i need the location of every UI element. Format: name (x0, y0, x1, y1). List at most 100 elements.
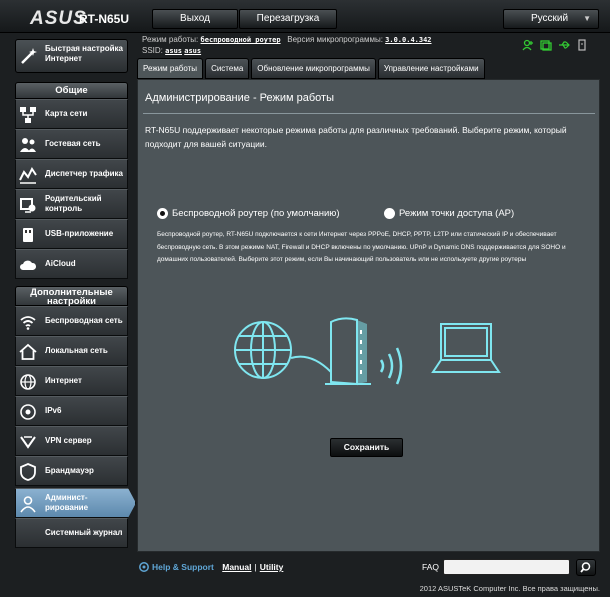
sidebar-item-label: Карта сети (45, 109, 88, 118)
tab-firmware-upgrade[interactable]: Обновление микропрограммы (251, 58, 376, 79)
sidebar-item-wireless[interactable]: Беспроводная сеть (15, 306, 128, 336)
tab-system[interactable]: Система (205, 58, 250, 79)
sidebar-item-administration[interactable]: Админист­рирование (15, 488, 136, 518)
traffic-manager-icon (19, 167, 37, 184)
radio-checked-icon (157, 208, 168, 219)
logout-button[interactable]: Выход (152, 9, 238, 29)
help-icon (139, 562, 149, 572)
top-bar: ASUS RT-N65U Выход Перезагрузка Русский ▼ (0, 0, 610, 33)
ssid-2g-link[interactable]: asus (165, 47, 182, 55)
faq-search-input[interactable] (443, 559, 570, 575)
globe-illustration-icon (234, 321, 292, 379)
quick-setup-label: Быстрая настройка Интернет (45, 44, 123, 63)
vpn-icon (20, 436, 36, 449)
chevron-down-icon: ▼ (583, 14, 591, 23)
page-title: Администрирование - Режим работы (145, 92, 334, 104)
content-panel: Администрирование - Режим работы RT-N65U… (137, 79, 600, 552)
utility-link[interactable]: Utility (260, 562, 284, 572)
firmware-value-link[interactable]: 3.0.0.4.342 (385, 36, 431, 44)
manual-link[interactable]: Manual (222, 562, 251, 572)
client-status-icon[interactable] (522, 39, 534, 51)
language-select[interactable]: Русский ▼ (503, 9, 599, 29)
tab-bar: Режим работы Система Обновление микропро… (137, 58, 485, 79)
usb-icon (23, 228, 33, 242)
sidebar-item-label: Родительский контроль (45, 194, 102, 213)
general-section-title: Общие (15, 82, 128, 99)
cable-line (290, 355, 332, 373)
sidebar-item-label: Диспетчер трафика (45, 169, 123, 178)
advanced-section-title: Дополнительные настройки (15, 286, 128, 306)
network-map-icon (20, 107, 36, 123)
sidebar-item-label: Локальная сеть (45, 346, 108, 355)
sidebar-item-lan[interactable]: Локальная сеть (15, 336, 128, 366)
help-support-label: Help & Support (152, 562, 214, 572)
mode-label: Режим работы: (142, 35, 199, 44)
sidebar-item-label: Беспроводная сеть (45, 316, 123, 325)
footer: Help & Support Manual | Utility FAQ (137, 559, 600, 579)
sidebar-item-label: Гостевая сеть (45, 139, 101, 148)
search-icon (580, 562, 591, 573)
mode-description: Беспроводной роутер, RT-N65U подключаетс… (157, 231, 566, 263)
sidebar-item-label: AiCloud (45, 259, 76, 268)
sidebar-item-traffic-manager[interactable]: Диспетчер трафика (15, 159, 128, 189)
faq-label: FAQ (422, 562, 440, 572)
help-links: Help & Support Manual | Utility (139, 562, 283, 572)
signal-waves-icon (379, 347, 403, 385)
language-value: Русский (531, 13, 569, 24)
usb-status-icon[interactable] (558, 39, 570, 51)
guest-network-icon (20, 138, 36, 152)
ssid-label: SSID: (142, 46, 163, 55)
wand-icon (21, 48, 37, 64)
sidebar-item-network-map[interactable]: Карта сети (15, 99, 128, 129)
sidebar-item-vpn[interactable]: VPN сервер (15, 426, 128, 456)
radio-unchecked-icon (384, 208, 395, 219)
printer-status-icon[interactable] (576, 39, 588, 51)
status-info: Режим работы: беспроводной роутер Версия… (142, 34, 432, 56)
sidebar-item-label: Системный журнал (45, 528, 123, 537)
home-icon (19, 343, 37, 360)
firewall-icon (20, 463, 36, 481)
footer-separator: | (254, 562, 257, 572)
wireless-icon (20, 316, 36, 330)
parental-control-icon (20, 198, 36, 213)
globe-icon (20, 374, 36, 390)
title-divider (143, 113, 595, 114)
sidebar-item-label: USB-приложение (45, 229, 114, 238)
quick-internet-setup[interactable]: Быстрая настройка Интернет (15, 39, 128, 73)
tab-operation-mode[interactable]: Режим работы (137, 58, 204, 79)
sidebar-item-system-log[interactable]: Системный журнал (15, 518, 128, 548)
mode-value-link[interactable]: беспроводной роутер (201, 36, 281, 44)
admin-icon (20, 496, 36, 513)
sidebar-item-aicloud[interactable]: AiCloud (15, 249, 128, 279)
sidebar-item-parental-control[interactable]: Родительский контроль (15, 189, 128, 219)
model-name: RT-N65U (79, 12, 130, 26)
ipv6-icon (20, 404, 36, 420)
router-illustration-icon (325, 317, 371, 386)
sidebar-item-label: VPN сервер (45, 436, 92, 445)
sidebar-item-label: Админист­рирование (45, 493, 89, 512)
sidebar-item-guest-network[interactable]: Гостевая сеть (15, 129, 128, 159)
faq-search-button[interactable] (576, 559, 596, 576)
radio-router-label: Беспроводной роутер (по умолчанию) (172, 208, 340, 219)
router-mode-illustration (234, 317, 501, 386)
radio-wireless-router[interactable]: Беспроводной роутер (по умолчанию) (157, 208, 340, 219)
internet-status-icon[interactable] (540, 39, 552, 51)
sidebar-item-internet[interactable]: Интернет (15, 366, 128, 396)
sidebar-item-label: IPv6 (45, 406, 62, 415)
sidebar-item-label: Брандмауэр (45, 466, 94, 475)
page-description: RT-N65U поддерживает некоторые режима ра… (145, 125, 567, 149)
sidebar-item-ipv6[interactable]: IPv6 (15, 396, 128, 426)
cloud-icon (20, 260, 37, 270)
save-button[interactable]: Сохранить (330, 438, 403, 457)
radio-access-point[interactable]: Режим точки доступа (AP) (384, 208, 514, 219)
tab-settings-management[interactable]: Управление настройками (377, 58, 485, 79)
status-icons (522, 39, 588, 51)
reboot-button[interactable]: Перезагрузка (239, 9, 337, 29)
copyright: 2012 ASUSTeK Computer Inc. Все права защ… (419, 584, 600, 593)
sidebar-item-firewall[interactable]: Брандмауэр (15, 456, 128, 486)
sidebar-item-usb-app[interactable]: USB-приложение (15, 219, 128, 249)
radio-ap-label: Режим точки доступа (AP) (399, 208, 515, 219)
laptop-illustration-icon (431, 323, 501, 373)
ssid-5g-link[interactable]: asus (184, 47, 201, 55)
sidebar-item-label: Интернет (45, 376, 82, 385)
